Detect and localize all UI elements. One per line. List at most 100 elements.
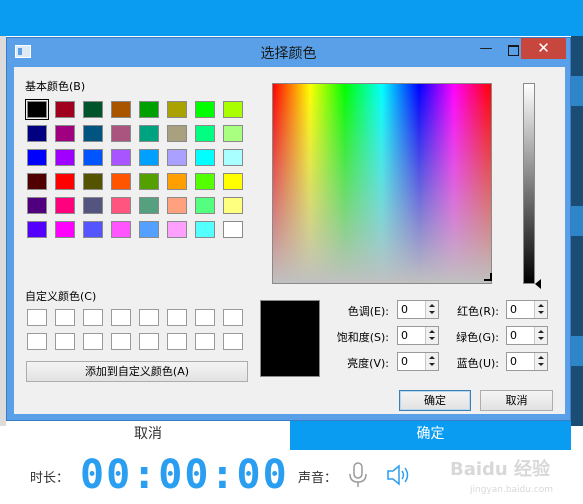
basic-color-swatch[interactable] xyxy=(139,125,159,142)
basic-color-swatch[interactable] xyxy=(83,149,103,166)
basic-color-swatch[interactable] xyxy=(223,197,243,214)
basic-color-swatch[interactable] xyxy=(167,125,187,142)
basic-color-swatch[interactable] xyxy=(139,197,159,214)
basic-color-swatch[interactable] xyxy=(25,99,49,120)
basic-color-swatch[interactable] xyxy=(111,221,131,238)
custom-color-swatch[interactable] xyxy=(139,309,159,326)
basic-color-swatch[interactable] xyxy=(111,125,131,142)
basic-color-swatch[interactable] xyxy=(167,101,187,118)
basic-color-swatch[interactable] xyxy=(111,173,131,190)
saturation-stepper[interactable]: 0 xyxy=(397,326,439,345)
basic-color-swatch[interactable] xyxy=(55,197,75,214)
custom-color-swatch[interactable] xyxy=(27,333,47,350)
color-spectrum[interactable] xyxy=(272,83,492,284)
basic-color-swatch[interactable] xyxy=(111,149,131,166)
red-stepper[interactable]: 0 xyxy=(506,300,548,319)
basic-color-swatch[interactable] xyxy=(139,101,159,118)
basic-color-swatch[interactable] xyxy=(167,197,187,214)
hue-stepper[interactable]: 0 xyxy=(397,300,439,319)
stepper-arrows[interactable] xyxy=(534,353,547,370)
ok-button[interactable]: 确定 xyxy=(399,390,471,411)
green-stepper[interactable]: 0 xyxy=(506,326,548,345)
custom-color-swatch[interactable] xyxy=(27,309,47,326)
stepper-arrows[interactable] xyxy=(534,327,547,344)
blue-stepper[interactable]: 0 xyxy=(506,352,548,371)
basic-color-swatch[interactable] xyxy=(27,221,47,238)
luminance-value[interactable]: 0 xyxy=(401,355,408,368)
basic-color-swatch[interactable] xyxy=(55,173,75,190)
stepper-arrows[interactable] xyxy=(425,301,438,318)
hue-value[interactable]: 0 xyxy=(401,303,408,316)
basic-color-swatch[interactable] xyxy=(223,125,243,142)
basic-color-swatch[interactable] xyxy=(83,125,103,142)
basic-color-swatch[interactable] xyxy=(195,125,215,142)
custom-color-swatch[interactable] xyxy=(223,309,243,326)
basic-color-swatch[interactable] xyxy=(27,173,47,190)
dialog-titlebar[interactable]: 选择颜色 — ✕ xyxy=(7,38,570,67)
custom-color-swatch[interactable] xyxy=(55,309,75,326)
custom-color-swatch[interactable] xyxy=(111,333,131,350)
blue-value[interactable]: 0 xyxy=(510,355,517,368)
minimize-button[interactable]: — xyxy=(475,42,497,60)
watermark: Baidu 经验 xyxy=(450,459,551,480)
custom-color-swatch[interactable] xyxy=(83,333,103,350)
basic-color-swatch[interactable] xyxy=(111,101,131,118)
app-panel-stripe xyxy=(571,336,583,366)
basic-color-swatch[interactable] xyxy=(139,221,159,238)
basic-color-swatch[interactable] xyxy=(83,221,103,238)
basic-color-swatch[interactable] xyxy=(223,221,243,238)
app-confirm-button[interactable]: 确定 xyxy=(290,420,571,450)
saturation-value[interactable]: 0 xyxy=(401,329,408,342)
app-cancel-button[interactable]: 取消 xyxy=(6,420,290,450)
add-custom-color-button[interactable]: 添加到自定义颜色(A) xyxy=(26,361,248,382)
basic-color-swatch[interactable] xyxy=(195,173,215,190)
basic-color-swatch[interactable] xyxy=(83,173,103,190)
basic-color-swatch[interactable] xyxy=(55,125,75,142)
custom-color-swatch[interactable] xyxy=(195,333,215,350)
basic-color-swatch[interactable] xyxy=(195,221,215,238)
red-value[interactable]: 0 xyxy=(510,303,517,316)
basic-color-swatch[interactable] xyxy=(27,125,47,142)
custom-color-swatch[interactable] xyxy=(111,309,131,326)
custom-color-swatch[interactable] xyxy=(139,333,159,350)
luminance-slider[interactable] xyxy=(523,83,535,284)
basic-color-swatch[interactable] xyxy=(139,149,159,166)
basic-color-swatch[interactable] xyxy=(27,197,47,214)
basic-color-swatch[interactable] xyxy=(223,173,243,190)
basic-color-swatch[interactable] xyxy=(111,197,131,214)
custom-color-swatch[interactable] xyxy=(195,309,215,326)
custom-color-swatch[interactable] xyxy=(167,309,187,326)
duration-timer: 00:00:00 xyxy=(80,452,289,498)
microphone-icon[interactable] xyxy=(347,462,369,488)
basic-color-swatch[interactable] xyxy=(167,173,187,190)
basic-color-swatch[interactable] xyxy=(83,197,103,214)
speaker-icon[interactable] xyxy=(386,463,412,487)
basic-color-swatch[interactable] xyxy=(223,149,243,166)
basic-color-swatch[interactable] xyxy=(195,197,215,214)
basic-color-swatch[interactable] xyxy=(167,149,187,166)
stepper-arrows[interactable] xyxy=(425,327,438,344)
custom-color-swatch[interactable] xyxy=(167,333,187,350)
basic-color-swatch[interactable] xyxy=(195,101,215,118)
basic-color-swatch[interactable] xyxy=(195,149,215,166)
green-value[interactable]: 0 xyxy=(510,329,517,342)
luminance-stepper[interactable]: 0 xyxy=(397,352,439,371)
stepper-arrows[interactable] xyxy=(425,353,438,370)
spectrum-crosshair[interactable] xyxy=(484,273,492,281)
custom-color-swatch[interactable] xyxy=(223,333,243,350)
basic-color-swatch[interactable] xyxy=(167,221,187,238)
custom-color-swatch[interactable] xyxy=(55,333,75,350)
custom-colors-label: 自定义颜色(C) xyxy=(25,290,97,303)
luminance-arrow-icon[interactable] xyxy=(535,279,541,289)
basic-color-swatch[interactable] xyxy=(83,101,103,118)
basic-color-swatch[interactable] xyxy=(55,101,75,118)
stepper-arrows[interactable] xyxy=(534,301,547,318)
basic-color-swatch[interactable] xyxy=(55,149,75,166)
cancel-button[interactable]: 取消 xyxy=(480,390,553,411)
basic-color-swatch[interactable] xyxy=(223,101,243,118)
basic-color-swatch[interactable] xyxy=(27,149,47,166)
basic-color-swatch[interactable] xyxy=(55,221,75,238)
basic-color-swatch[interactable] xyxy=(139,173,159,190)
custom-color-swatch[interactable] xyxy=(83,309,103,326)
close-button[interactable]: ✕ xyxy=(521,38,566,59)
